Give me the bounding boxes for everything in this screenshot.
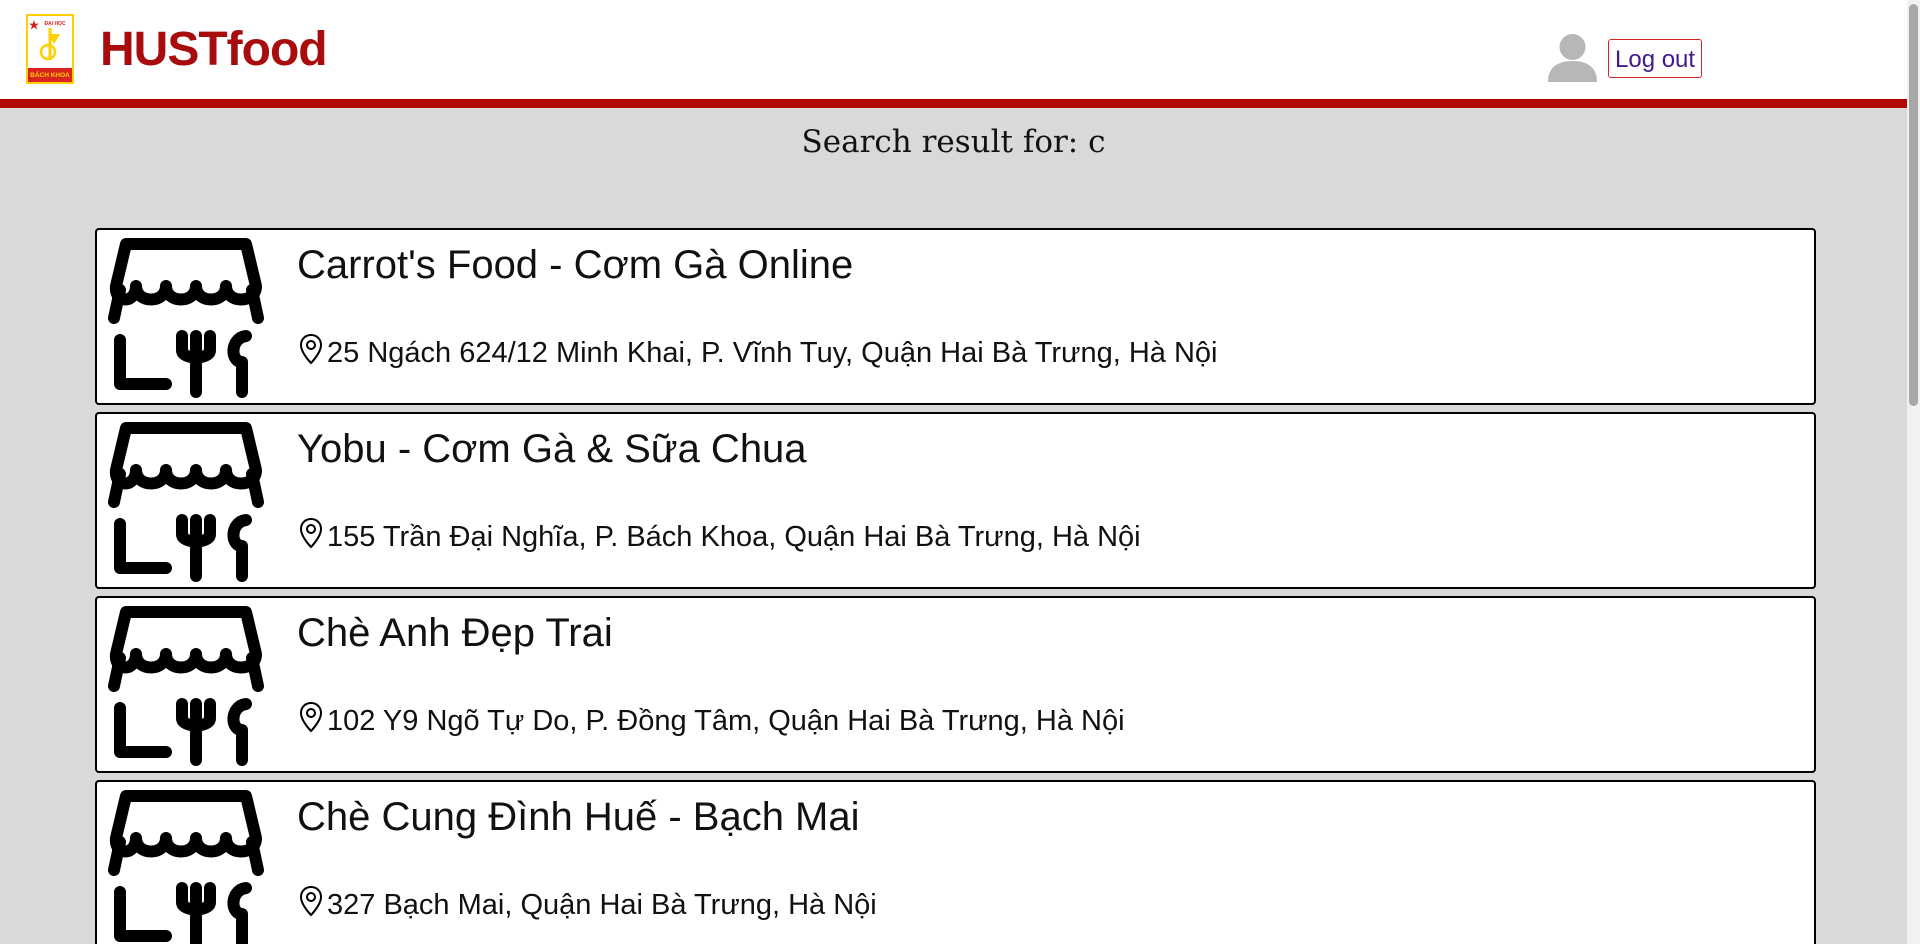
address-row: 102 Y9 Ngõ Tự Do, P. Đồng Tâm, Quận Hai … [299,701,1125,739]
address-row: 327 Bạch Mai, Quận Hai Bà Trưng, Hà Nội [299,885,877,923]
viewport: ĐẠI HỌC BÁCH KHOA HUSTfood Log out Searc… [0,0,1920,944]
result-list: Carrot's Food - Cơm Gà Online 25 Ngách 6… [95,228,1816,944]
result-card[interactable]: Carrot's Food - Cơm Gà Online 25 Ngách 6… [95,228,1816,405]
shop-name[interactable]: Carrot's Food - Cơm Gà Online [297,242,853,288]
logo-text-bottom: BÁCH KHOA [30,70,70,79]
address-row: 25 Ngách 624/12 Minh Khai, P. Vĩnh Tuy, … [299,333,1218,371]
location-pin-icon [299,333,323,365]
store-utensils-icon [108,238,264,398]
location-pin-icon [299,517,323,549]
shop-name[interactable]: Chè Anh Đẹp Trai [297,610,613,656]
logo-text-top: ĐẠI HỌC [44,21,66,27]
location-pin-icon [299,701,323,733]
store-utensils-icon [108,606,264,766]
page: ĐẠI HỌC BÁCH KHOA HUSTfood Log out Searc… [0,0,1907,944]
address-row: 155 Trần Đại Nghĩa, P. Bách Khoa, Quận H… [299,517,1141,555]
location-pin-icon [299,885,323,917]
result-card[interactable]: Yobu - Cơm Gà & Sữa Chua 155 Trần Đại Ng… [95,412,1816,589]
result-card[interactable]: Chè Anh Đẹp Trai 102 Y9 Ngõ Tự Do, P. Đồ… [95,596,1816,773]
result-card[interactable]: Chè Cung Đình Huế - Bạch Mai 327 Bạch Ma… [95,780,1816,944]
bach-khoa-logo-icon[interactable]: ĐẠI HỌC BÁCH KHOA [26,14,74,84]
vertical-scrollbar[interactable] [1907,0,1920,944]
shop-address: 327 Bạch Mai, Quận Hai Bà Trưng, Hà Nội [327,888,877,921]
user-avatar-icon[interactable] [1548,33,1597,82]
logout-button[interactable]: Log out [1608,39,1703,78]
top-header: ĐẠI HỌC BÁCH KHOA HUSTfood Log out [0,0,1907,108]
shop-address: 102 Y9 Ngõ Tự Do, P. Đồng Tâm, Quận Hai … [327,704,1125,737]
search-result-title: Search result for: c [801,124,1106,160]
scrollbar-thumb[interactable] [1909,4,1918,406]
shop-name[interactable]: Yobu - Cơm Gà & Sữa Chua [297,426,807,472]
shop-address: 155 Trần Đại Nghĩa, P. Bách Khoa, Quận H… [327,520,1141,553]
store-utensils-icon [108,790,264,944]
shop-address: 25 Ngách 624/12 Minh Khai, P. Vĩnh Tuy, … [327,336,1218,369]
brand-title[interactable]: HUSTfood [100,22,328,78]
store-utensils-icon [108,422,264,582]
shop-name[interactable]: Chè Cung Đình Huế - Bạch Mai [297,794,860,840]
